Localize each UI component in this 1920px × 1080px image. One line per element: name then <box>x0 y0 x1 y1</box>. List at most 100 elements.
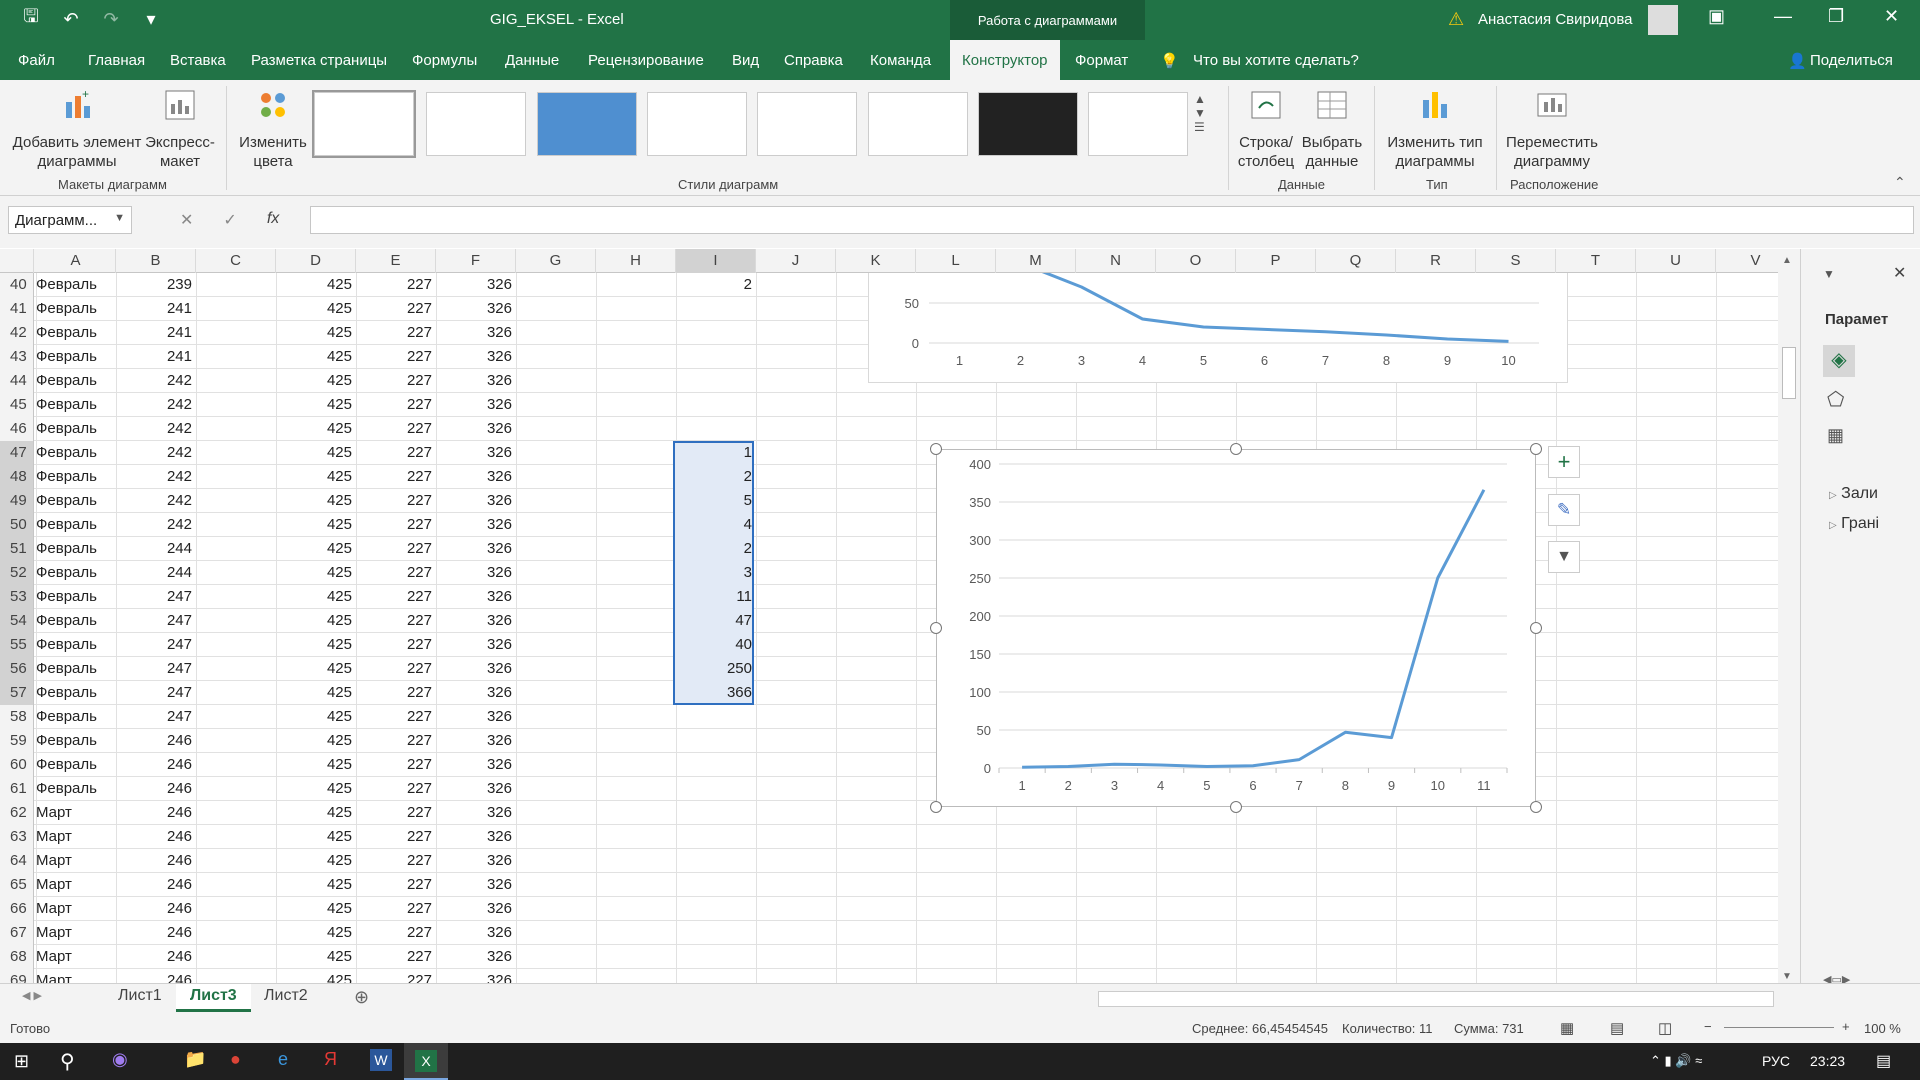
cell-b[interactable]: 246 <box>116 756 192 773</box>
language-indicator[interactable]: РУС <box>1762 1053 1790 1069</box>
cell-e[interactable]: 227 <box>356 972 432 983</box>
cell-b[interactable]: 242 <box>116 468 192 485</box>
tab-insert[interactable]: Вставка <box>170 52 226 69</box>
edge-icon[interactable]: e <box>278 1049 288 1070</box>
row-header[interactable]: 47 <box>0 441 34 465</box>
normal-view-icon[interactable]: ▦ <box>1560 1019 1574 1037</box>
quick-layout-button[interactable]: Экспресс-макет <box>144 88 216 171</box>
undo-icon[interactable]: ↶ <box>58 6 84 32</box>
resize-handle[interactable] <box>930 622 942 634</box>
cell-d[interactable]: 425 <box>276 372 352 389</box>
column-header-o[interactable]: O <box>1156 249 1236 273</box>
cell-e[interactable]: 227 <box>356 348 432 365</box>
cell-f[interactable]: 326 <box>436 948 512 965</box>
cell-b[interactable]: 241 <box>116 300 192 317</box>
cell-f[interactable]: 326 <box>436 420 512 437</box>
chart-1[interactable]: 50 0 1 2 3 4 5 6 7 8 9 10 <box>868 253 1568 383</box>
cell-a[interactable]: Март <box>36 972 72 983</box>
cell-f[interactable]: 326 <box>436 828 512 845</box>
cell-d[interactable]: 425 <box>276 516 352 533</box>
cell-e[interactable]: 227 <box>356 900 432 917</box>
cell-a[interactable]: Февраль <box>36 732 97 749</box>
cell-f[interactable]: 326 <box>436 588 512 605</box>
column-header-t[interactable]: T <box>1556 249 1636 273</box>
cell-f[interactable]: 326 <box>436 660 512 677</box>
resize-handle[interactable] <box>930 801 942 813</box>
row-header[interactable]: 62 <box>0 801 34 825</box>
resize-handle[interactable] <box>1230 801 1242 813</box>
cell-d[interactable]: 425 <box>276 348 352 365</box>
chart-style-5[interactable] <box>757 92 857 156</box>
select-all-corner[interactable] <box>0 249 34 273</box>
insert-function-icon[interactable]: fx <box>267 210 279 230</box>
zoom-level[interactable]: 100 % <box>1864 1021 1901 1036</box>
cell-f[interactable]: 326 <box>436 756 512 773</box>
chart-style-7[interactable] <box>978 92 1078 156</box>
cell-f[interactable]: 326 <box>436 708 512 725</box>
cell-a[interactable]: Февраль <box>36 780 97 797</box>
chart-style-6[interactable] <box>868 92 968 156</box>
tab-help[interactable]: Справка <box>784 52 843 69</box>
sheet-tab-1[interactable]: Лист1 <box>104 984 176 1012</box>
cell-e[interactable]: 227 <box>356 588 432 605</box>
tab-review[interactable]: Рецензирование <box>588 52 704 69</box>
cell-f[interactable]: 326 <box>436 972 512 983</box>
row-header[interactable]: 56 <box>0 657 34 681</box>
size-properties-icon[interactable]: ▦ <box>1827 425 1844 446</box>
ribbon-display-icon[interactable]: ▣ <box>1708 6 1725 27</box>
cell-i[interactable]: 2 <box>676 276 752 293</box>
formula-input[interactable] <box>310 206 1914 234</box>
column-header-a[interactable]: A <box>36 249 116 273</box>
cell-d[interactable]: 425 <box>276 780 352 797</box>
cell-a[interactable]: Февраль <box>36 636 97 653</box>
cell-b[interactable]: 246 <box>116 876 192 893</box>
row-header[interactable]: 66 <box>0 897 34 921</box>
cell-b[interactable]: 242 <box>116 420 192 437</box>
cell-d[interactable]: 425 <box>276 444 352 461</box>
restore-icon[interactable]: ❐ <box>1828 6 1844 27</box>
cell-d[interactable]: 425 <box>276 300 352 317</box>
tab-team[interactable]: Команда <box>870 52 931 69</box>
column-header-i[interactable]: I <box>676 249 756 273</box>
column-header-r[interactable]: R <box>1396 249 1476 273</box>
cell-b[interactable]: 244 <box>116 564 192 581</box>
row-header[interactable]: 64 <box>0 849 34 873</box>
tell-me-search[interactable]: Что вы хотите сделать? <box>1193 52 1359 69</box>
cell-a[interactable]: Март <box>36 924 72 941</box>
cell-e[interactable]: 227 <box>356 708 432 725</box>
horizontal-scrollbar[interactable] <box>1098 991 1774 1007</box>
cancel-icon[interactable]: ✕ <box>180 210 193 230</box>
scroll-thumb[interactable] <box>1782 347 1796 399</box>
fill-section[interactable]: ▷ Зали <box>1829 485 1878 503</box>
cell-a[interactable]: Февраль <box>36 564 97 581</box>
row-header[interactable]: 63 <box>0 825 34 849</box>
cell-f[interactable]: 326 <box>436 396 512 413</box>
chart-style-2[interactable] <box>426 92 526 156</box>
effects-icon[interactable]: ⬠ <box>1827 387 1844 412</box>
cell-d[interactable]: 425 <box>276 804 352 821</box>
cell-a[interactable]: Март <box>36 876 72 893</box>
cell-a[interactable]: Февраль <box>36 468 97 485</box>
chart-style-3[interactable] <box>537 92 637 156</box>
chart-style-4[interactable] <box>647 92 747 156</box>
cell-b[interactable]: 247 <box>116 612 192 629</box>
row-header[interactable]: 58 <box>0 705 34 729</box>
cell-e[interactable]: 227 <box>356 684 432 701</box>
cell-d[interactable]: 425 <box>276 876 352 893</box>
cell-d[interactable]: 425 <box>276 540 352 557</box>
row-header[interactable]: 49 <box>0 489 34 513</box>
row-header[interactable]: 41 <box>0 297 34 321</box>
add-sheet-icon[interactable]: ⊕ <box>354 987 369 1008</box>
cell-a[interactable]: Февраль <box>36 348 97 365</box>
cell-e[interactable]: 227 <box>356 948 432 965</box>
chart-styles-brush-icon[interactable]: ✎ <box>1548 494 1580 526</box>
cell-a[interactable]: Март <box>36 852 72 869</box>
row-header[interactable]: 57 <box>0 681 34 705</box>
clock[interactable]: 23:23 <box>1810 1053 1845 1069</box>
row-header[interactable]: 54 <box>0 609 34 633</box>
cell-a[interactable]: Февраль <box>36 612 97 629</box>
cell-a[interactable]: Февраль <box>36 324 97 341</box>
cell-e[interactable]: 227 <box>356 780 432 797</box>
windows-start-icon[interactable]: ⊞ <box>14 1051 29 1072</box>
row-header[interactable]: 46 <box>0 417 34 441</box>
